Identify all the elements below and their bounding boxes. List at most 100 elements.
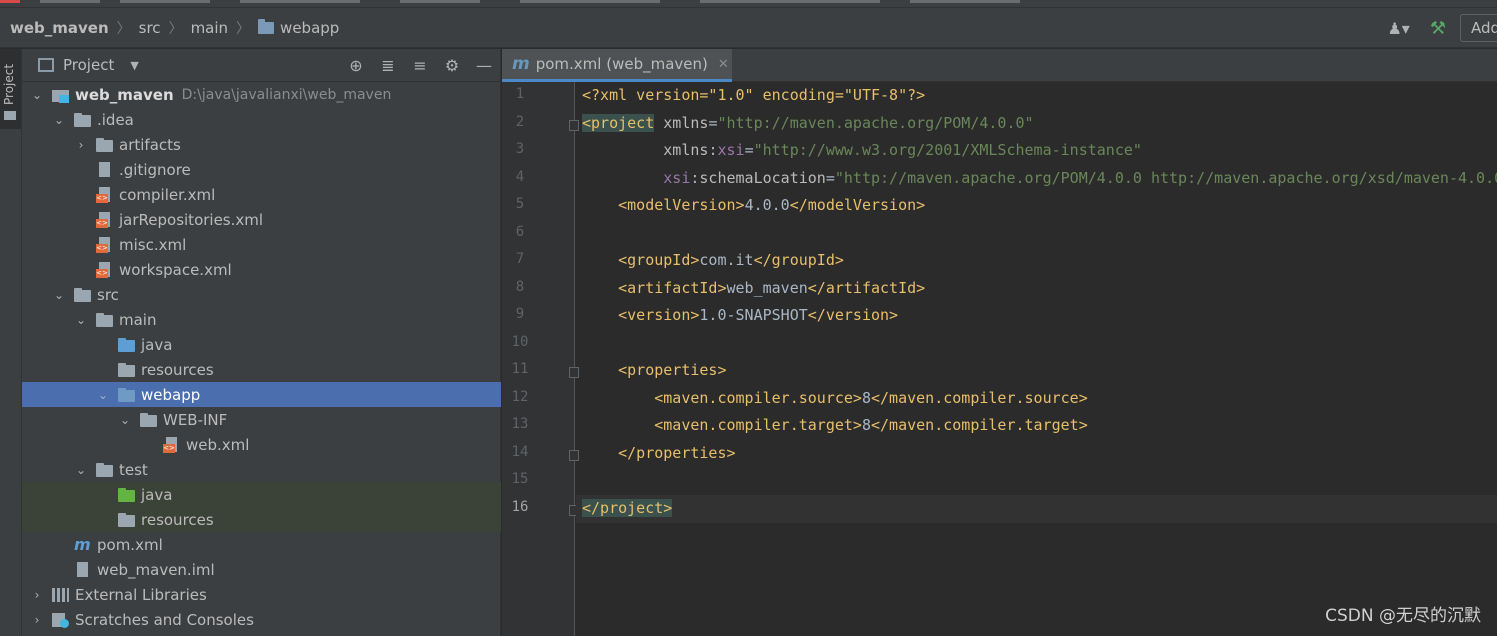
- tree-item-jarrepositories-xml[interactable]: jarRepositories.xml: [22, 207, 501, 232]
- tag-text: web_maven: [726, 279, 808, 297]
- tree-item-label: artifacts: [119, 135, 181, 154]
- chevron-down-icon[interactable]: ⌄: [74, 463, 88, 477]
- chevron-right-icon[interactable]: ›: [74, 138, 88, 152]
- tree-item-workspace-xml[interactable]: workspace.xml: [22, 257, 501, 282]
- tree-item-main-java[interactable]: java: [22, 332, 501, 357]
- tree-item-test-java[interactable]: java: [22, 482, 501, 507]
- code-line-2: <project xmlns="http://maven.apache.org/…: [582, 114, 1034, 132]
- locate-file-icon[interactable]: ⊕: [340, 56, 372, 75]
- tree-item-main[interactable]: ⌄ main: [22, 307, 501, 332]
- project-tool-window-label: Project: [2, 63, 16, 105]
- tree-item-web-inf[interactable]: ⌄ WEB-INF: [22, 407, 501, 432]
- tree-item-label: WEB-INF: [163, 410, 228, 429]
- line-number: 1: [515, 86, 525, 102]
- chevron-right-icon[interactable]: ›: [30, 588, 44, 602]
- attribute-value: "http://www.w3.org/2001/XMLSchema-instan…: [753, 141, 1142, 159]
- project-panel-title[interactable]: Project: [63, 56, 114, 74]
- breadcrumb-separator-icon: 〉: [236, 20, 251, 37]
- user-account-icon[interactable]: ♟▾: [1387, 19, 1409, 38]
- tree-item-label: pom.xml: [97, 535, 163, 554]
- title-bar-strip: [0, 0, 1497, 8]
- gitignore-file-icon: [96, 161, 113, 178]
- collapse-all-icon[interactable]: ≡: [404, 56, 436, 75]
- attribute-value: "http://maven.apache.org/POM/4.0.0": [717, 114, 1034, 132]
- current-line-highlight: [576, 495, 1497, 523]
- tree-item-gitignore[interactable]: .gitignore: [22, 157, 501, 182]
- code-line-11: <properties>: [582, 361, 726, 379]
- breadcrumb-webapp[interactable]: webapp: [258, 18, 339, 37]
- tree-item-label: test: [119, 460, 148, 479]
- tree-item-external-libraries[interactable]: › External Libraries: [22, 582, 501, 607]
- tree-item-webapp[interactable]: ⌄ webapp: [22, 382, 501, 407]
- chevron-down-icon[interactable]: ⌄: [30, 88, 44, 102]
- add-configuration-button[interactable]: Add: [1459, 14, 1497, 42]
- tree-item-artifacts[interactable]: › artifacts: [22, 132, 501, 157]
- tree-item-label: jarRepositories.xml: [119, 210, 264, 229]
- module-folder-icon: [52, 87, 69, 103]
- code-editor[interactable]: <?xml version="1.0" encoding="UTF-8"?> <…: [576, 82, 1497, 636]
- project-panel: Project ▼ ⊕ ≣ ≡ ⚙ — ⌄ web_maven D:\java\…: [22, 49, 501, 636]
- source-folder-icon: [118, 337, 135, 353]
- breadcrumb-src[interactable]: src: [139, 19, 161, 37]
- tree-item-idea[interactable]: ⌄ .idea: [22, 107, 501, 132]
- tree-item-label: resources: [141, 510, 214, 529]
- folder-icon: [140, 412, 157, 428]
- close-icon[interactable]: ✕: [718, 57, 729, 72]
- chevron-right-icon[interactable]: ›: [30, 613, 44, 627]
- line-number: 14: [511, 444, 529, 460]
- tree-item-misc-xml[interactable]: misc.xml: [22, 232, 501, 257]
- tree-item-test[interactable]: ⌄ test: [22, 457, 501, 482]
- open-tag: <groupId>: [618, 251, 700, 269]
- open-tag: <version>: [618, 306, 700, 324]
- tab-pom-xml[interactable]: m pom.xml (web_maven) ✕: [502, 49, 732, 82]
- chevron-down-icon[interactable]: ⌄: [52, 288, 66, 302]
- tree-item-src[interactable]: ⌄ src: [22, 282, 501, 307]
- tree-item-test-resources[interactable]: resources: [22, 507, 501, 532]
- chevron-down-icon[interactable]: ▼: [130, 59, 138, 72]
- namespace-prefix: xsi: [663, 169, 691, 187]
- code-line-4: xsi:schemaLocation="http://maven.apache.…: [582, 169, 1497, 187]
- line-number: 2: [515, 114, 525, 130]
- line-number: 4: [515, 169, 525, 185]
- expand-all-icon[interactable]: ≣: [372, 56, 404, 75]
- attribute-value: "http://maven.apache.org/POM/4.0.0 http:…: [834, 169, 1497, 187]
- project-view-icon: [38, 58, 54, 72]
- tree-item-scratches[interactable]: › Scratches and Consoles: [22, 607, 501, 632]
- tree-item-compiler-xml[interactable]: compiler.xml: [22, 182, 501, 207]
- tree-item-pom-xml[interactable]: m pom.xml: [22, 532, 501, 557]
- tree-item-label: src: [97, 285, 119, 304]
- tree-item-label: workspace.xml: [119, 260, 232, 279]
- gear-icon[interactable]: ⚙: [436, 56, 468, 75]
- code-line-14: </properties>: [582, 444, 735, 462]
- chevron-down-icon[interactable]: ⌄: [118, 413, 132, 427]
- breadcrumb-web-maven[interactable]: web_maven: [10, 19, 109, 37]
- maven-icon: m: [512, 54, 530, 74]
- tree-item-web-xml[interactable]: web.xml: [22, 432, 501, 457]
- xml-declaration: <?xml version="1.0" encoding="UTF-8"?>: [582, 86, 926, 104]
- tree-item-web-maven[interactable]: ⌄ web_maven D:\java\javalianxi\web_maven: [22, 82, 501, 107]
- chevron-down-icon[interactable]: ⌄: [52, 113, 66, 127]
- tree-item-web-maven-iml[interactable]: web_maven.iml: [22, 557, 501, 582]
- web-folder-icon: [258, 18, 275, 34]
- scratches-icon: [52, 612, 69, 628]
- tree-item-label: resources: [141, 360, 214, 379]
- hide-panel-icon[interactable]: —: [468, 56, 500, 75]
- line-number: 15: [511, 471, 529, 487]
- line-number: 13: [511, 416, 529, 432]
- editor-area: m pom.xml (web_maven) ✕ 1 2 3 4 5 6 7 8 …: [502, 49, 1497, 636]
- tree-item-label: web_maven: [75, 85, 174, 104]
- build-hammer-icon[interactable]: ⚒: [1430, 18, 1446, 39]
- breadcrumb-main[interactable]: main: [191, 19, 228, 37]
- code-line-12: <maven.compiler.source>8</maven.compiler…: [582, 389, 1088, 407]
- chevron-down-icon[interactable]: ⌄: [74, 313, 88, 327]
- attribute-name: schemaLocation: [699, 169, 826, 187]
- folder-icon: [74, 287, 91, 303]
- line-number: 9: [515, 306, 525, 322]
- libraries-icon: [52, 587, 69, 603]
- tree-item-main-resources[interactable]: resources: [22, 357, 501, 382]
- editor-gutter: 1 2 3 4 5 6 7 8 9 10 11 12 13 14 15 16: [502, 82, 579, 636]
- maven-icon: m: [74, 535, 91, 554]
- chevron-down-icon[interactable]: ⌄: [96, 388, 110, 402]
- project-tool-window-tab[interactable]: Project: [0, 49, 21, 129]
- open-tag: <maven.compiler.target>: [654, 416, 862, 434]
